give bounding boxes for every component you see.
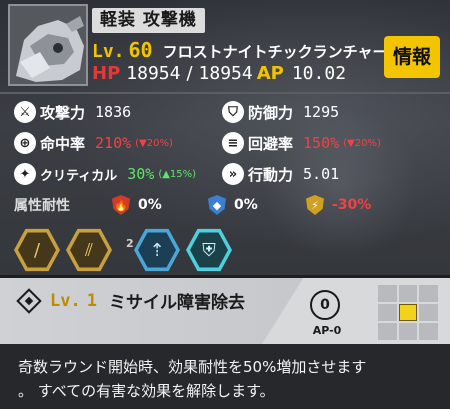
- resistance-row: 属性耐性: [14, 193, 70, 217]
- range-cell-active: [398, 304, 418, 321]
- stat-critical-change: (▲15%): [158, 168, 197, 180]
- stat-critical-value: 30%: [127, 165, 155, 183]
- hp-max: 18954: [198, 63, 253, 84]
- skill-description: 奇数ラウンド開始時、効果耐性を50%増加させます 。 すべての有害な効果を解除し…: [0, 344, 450, 409]
- resist-fire-value: 0%: [138, 197, 162, 213]
- stat-defense: ⛉ 防御力 1295: [222, 101, 339, 123]
- info-button[interactable]: 情報: [384, 36, 440, 78]
- unit-level-row: Lv. 60 フロストナイトチックランチャー: [92, 38, 388, 62]
- resist-fire: 🔥 0%: [112, 195, 162, 215]
- skill-level-label: Lv.: [50, 290, 81, 311]
- unit-type-badge: 軽装 攻撃機: [92, 8, 205, 33]
- diamond-icon: [16, 287, 42, 314]
- resistance-label: 属性耐性: [14, 198, 70, 214]
- hp-label: HP: [92, 63, 121, 84]
- range-cell: [378, 285, 397, 302]
- stat-critical-label: クリティカル: [40, 168, 118, 184]
- stat-speed-value: 5.01: [303, 165, 340, 183]
- resist-ice-value: 0%: [234, 197, 258, 213]
- range-cell: [398, 323, 418, 340]
- shield-skill-icon[interactable]: ⛨: [186, 228, 232, 272]
- skill-ap-cost-label: AP-0: [312, 324, 342, 337]
- stat-accuracy-change: (▼20%): [135, 137, 173, 149]
- description-line-2: 。 すべての有害な効果を解除します。: [18, 382, 275, 400]
- range-cell: [398, 285, 418, 302]
- fire-resist-icon: 🔥: [112, 195, 130, 215]
- crosshair-icon: ⊕: [14, 132, 36, 154]
- stat-attack-label: 攻撃力: [40, 103, 86, 122]
- stat-defense-value: 1295: [303, 103, 340, 121]
- speed-icon: »: [222, 163, 244, 185]
- stat-accuracy-label: 命中率: [40, 134, 86, 153]
- stat-attack-value: 1836: [95, 103, 132, 121]
- range-cell: [378, 304, 397, 321]
- level-label: Lv.: [92, 41, 125, 62]
- ap-label: AP: [256, 63, 284, 84]
- shield-icon: ⛉: [222, 101, 244, 123]
- ice-resist-icon: ◆: [208, 195, 226, 215]
- electric-resist-icon: ⚡: [306, 195, 324, 215]
- stat-evasion: ≡ 回避率 150% (▼20%): [222, 132, 381, 154]
- hp-separator: /: [186, 63, 193, 84]
- level-value: 60: [128, 38, 153, 62]
- skill-ap-cost: 0: [310, 290, 340, 320]
- sword-icon: ⚔: [14, 101, 36, 123]
- dagger-skill-icon[interactable]: /: [14, 228, 60, 272]
- crit-icon: ✦: [14, 163, 36, 185]
- selected-skill-title: Lv. 1 ミサイル障害除去: [16, 287, 245, 314]
- stat-critical: ✦ クリティカル 30% (▲15%): [14, 163, 196, 185]
- description-line-1: 奇数ラウンド開始時、効果耐性を50%増加させます: [18, 358, 367, 376]
- evasion-icon: ≡: [222, 132, 244, 154]
- range-cell: [419, 304, 438, 321]
- stat-accuracy: ⊕ 命中率 210% (▼20%): [14, 132, 173, 154]
- stat-evasion-value: 150%: [303, 134, 340, 152]
- unit-name: フロストナイトチックランチャー: [162, 43, 388, 61]
- resist-electric-value: -30%: [332, 197, 372, 213]
- ap-value: 10.02: [291, 63, 347, 84]
- skill-slot-number: 2: [126, 237, 134, 250]
- stat-evasion-change: (▼20%): [343, 137, 381, 149]
- stat-speed: » 行動力 5.01: [222, 163, 339, 185]
- skill-range-grid: [378, 285, 438, 340]
- stat-accuracy-value: 210%: [95, 134, 132, 152]
- stat-attack: ⚔ 攻撃力 1836: [14, 101, 131, 123]
- multi-arrow-skill-icon[interactable]: ⫽: [66, 228, 112, 272]
- range-cell: [419, 323, 438, 340]
- unit-status-panel: 軽装 攻撃機 Lv. 60 フロストナイトチックランチャー HP 18954 /…: [0, 0, 450, 275]
- stat-speed-label: 行動力: [248, 165, 294, 184]
- range-cell: [419, 285, 438, 302]
- hp-ap-row: HP 18954 / 18954 AP 10.02: [92, 63, 346, 84]
- unit-portrait-image: [10, 6, 86, 84]
- hp-current: 18954: [126, 63, 181, 84]
- unit-portrait[interactable]: [8, 4, 88, 86]
- resist-electric: ⚡ -30%: [306, 195, 371, 215]
- divider: [0, 92, 450, 94]
- range-cell: [378, 323, 397, 340]
- stat-evasion-label: 回避率: [248, 134, 294, 153]
- skill-level-value: 1: [86, 290, 97, 311]
- stat-defense-label: 防御力: [248, 103, 294, 122]
- missile-skill-icon[interactable]: ⇡: [134, 228, 180, 272]
- resist-ice: ◆ 0%: [208, 195, 258, 215]
- skill-name: ミサイル障害除去: [108, 293, 245, 313]
